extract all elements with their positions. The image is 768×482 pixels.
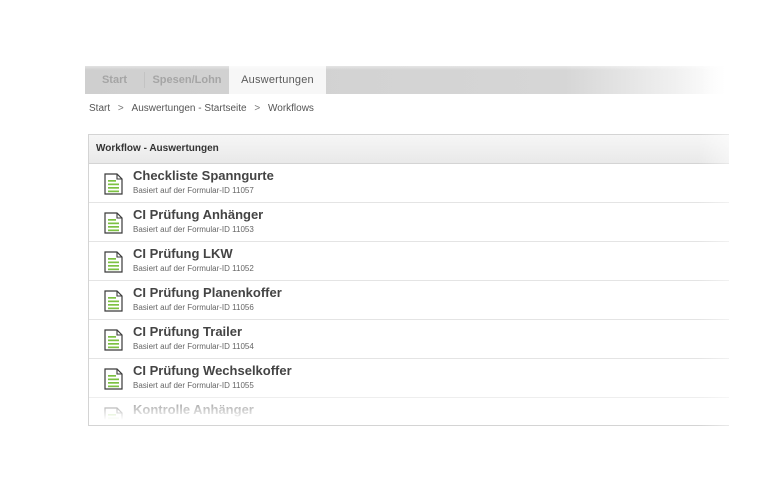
- workflow-panel: Workflow - Auswertungen Checkliste Spann…: [88, 134, 729, 426]
- workflow-list-item[interactable]: Checkliste Spanngurte Basiert auf der For…: [89, 164, 729, 203]
- workflow-title[interactable]: CI Prüfung Anhänger: [133, 207, 263, 222]
- workflow-subtitle: Basiert auf der Formular-ID 11054: [133, 342, 254, 351]
- workflow-list: Checkliste Spanngurte Basiert auf der For…: [89, 164, 729, 425]
- document-icon: [104, 368, 123, 390]
- breadcrumb: Start > Auswertungen - Startseite > Work…: [89, 103, 314, 114]
- tab-spesen-lohn[interactable]: Spesen/Lohn: [145, 66, 229, 94]
- document-icon: [104, 290, 123, 312]
- workflow-list-item[interactable]: CI Prüfung Anhänger Basiert auf der Formu…: [89, 203, 729, 242]
- breadcrumb-start[interactable]: Start: [89, 103, 110, 114]
- workflow-subtitle: Basiert auf der Formular-ID 11052: [133, 264, 254, 273]
- document-icon: [104, 251, 123, 273]
- workflow-title[interactable]: Kontrolle Anhänger: [133, 402, 254, 417]
- workflow-list-item[interactable]: CI Prüfung Planenkoffer Basiert auf der F…: [89, 281, 729, 320]
- workflow-subtitle: Basiert auf der Formular-ID 11053: [133, 225, 254, 234]
- workflow-list-item[interactable]: Kontrolle Anhänger: [89, 398, 729, 425]
- workflow-subtitle: Basiert auf der Formular-ID 11057: [133, 186, 254, 195]
- breadcrumb-separator: >: [254, 103, 261, 114]
- breadcrumb-workflows: Workflows: [268, 103, 314, 114]
- breadcrumb-auswertungen-startseite[interactable]: Auswertungen - Startseite: [132, 103, 247, 114]
- tab-auswertungen[interactable]: Auswertungen: [229, 66, 326, 94]
- workflow-title[interactable]: CI Prüfung Wechselkoffer: [133, 363, 292, 378]
- breadcrumb-separator: >: [117, 103, 124, 114]
- main-tab-bar: Start Spesen/Lohn Auswertungen: [85, 66, 725, 94]
- workflow-subtitle: Basiert auf der Formular-ID 11055: [133, 381, 254, 390]
- document-icon: [104, 329, 123, 351]
- workflow-list-item[interactable]: CI Prüfung Wechselkoffer Basiert auf der …: [89, 359, 729, 398]
- workflow-list-item[interactable]: CI Prüfung Trailer Basiert auf der Formul…: [89, 320, 729, 359]
- workflow-title[interactable]: CI Prüfung Planenkoffer: [133, 285, 282, 300]
- workflow-title[interactable]: CI Prüfung Trailer: [133, 324, 242, 339]
- workflow-title[interactable]: Checkliste Spanngurte: [133, 168, 274, 183]
- document-icon: [104, 212, 123, 234]
- tab-start[interactable]: Start: [85, 66, 144, 94]
- workflow-list-item[interactable]: CI Prüfung LKW Basiert auf der Formular-I…: [89, 242, 729, 281]
- document-icon: [104, 173, 123, 195]
- document-icon: [104, 407, 123, 425]
- panel-title: Workflow - Auswertungen: [89, 135, 729, 164]
- workflow-subtitle: Basiert auf der Formular-ID 11056: [133, 303, 254, 312]
- workflow-title[interactable]: CI Prüfung LKW: [133, 246, 233, 261]
